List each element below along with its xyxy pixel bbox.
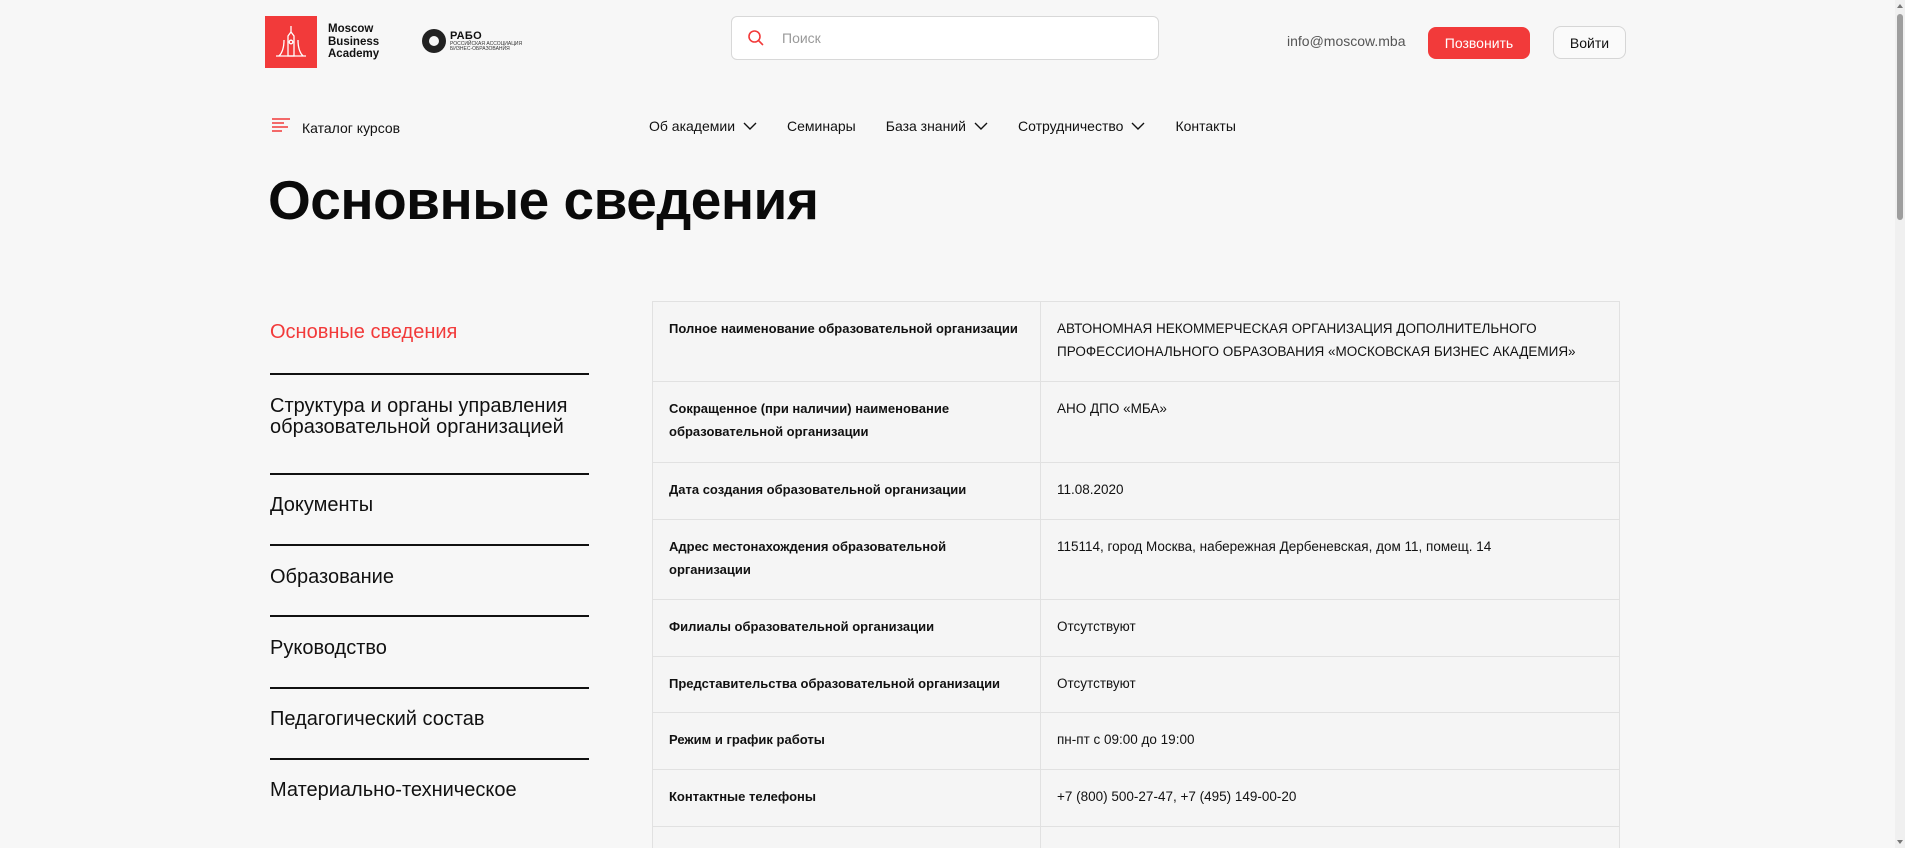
logo-line-2: Business (328, 35, 380, 48)
nav-item-label: Контакты (1175, 118, 1236, 134)
side-item-basic-info[interactable]: Основные сведения (270, 322, 589, 343)
row-key: Режим и график работы (652, 712, 1041, 770)
row-key: Филиалы образовательной организации (652, 599, 1041, 657)
row-value: АВТОНОМНАЯ НЕКОММЕРЧЕСКАЯ ОРГАНИЗАЦИЯ ДО… (1040, 301, 1620, 382)
row-value: +7 (800) 500-27-47, +7 (495) 149-00-20 (1040, 769, 1620, 827)
table-row: Представительства образовательной органи… (652, 656, 1620, 713)
mba-logo[interactable]: Moscow Business Academy (265, 16, 379, 68)
row-key: Адрес местонахождения образовательной ор… (652, 519, 1041, 600)
side-divider (270, 544, 589, 546)
row-value: пн-пт с 09:00 до 19:00 (1040, 712, 1620, 770)
row-key: Контактные телефоны (652, 769, 1041, 827)
chevron-down-icon (743, 122, 757, 130)
row-value (1040, 826, 1620, 848)
table-row: Сокращенное (при наличии) наименование о… (652, 381, 1620, 463)
side-item-structure[interactable]: Структура и органы управления образовате… (270, 396, 589, 438)
side-divider (270, 615, 589, 617)
row-value: 11.08.2020 (1040, 462, 1620, 520)
side-item-education[interactable]: Образование (270, 567, 589, 588)
site-header: Moscow Business Academy РАБО РОССИЙСКАЯ … (0, 0, 1895, 84)
rabo-title: РАБО (450, 29, 482, 42)
row-key: Дата создания образовательной организаци… (652, 462, 1041, 520)
row-value: 115114, город Москва, набережная Дербене… (1040, 519, 1620, 600)
catalog-button[interactable]: Каталог курсов (272, 118, 400, 137)
search-icon (746, 28, 766, 48)
rabo-logo[interactable]: РАБО РОССИЙСКАЯ АССОЦИАЦИЯ БИЗНЕС-ОБРАЗО… (422, 29, 525, 53)
logo-line-1: Moscow (328, 23, 374, 36)
scroll-thumb[interactable] (1897, 14, 1903, 220)
row-value: Отсутствуют (1040, 656, 1620, 713)
nav-item-label: Семинары (787, 118, 856, 134)
row-value: Отсутствуют (1040, 599, 1620, 657)
table-row: Адрес местонахождения образовательной ор… (652, 519, 1620, 600)
menu-lines-icon (272, 118, 290, 137)
nav-item-label: Сотрудничество (1017, 118, 1124, 134)
email-link[interactable]: info@moscow.mba (1287, 33, 1405, 49)
nav-item-label: База знаний (885, 118, 966, 134)
scroll-up-icon[interactable] (1896, 2, 1904, 10)
chevron-down-icon (1131, 122, 1145, 130)
logo-line-3: Academy (328, 48, 380, 61)
row-value: АНО ДПО «МБА» (1040, 381, 1620, 463)
call-button[interactable]: Позвонить (1428, 27, 1530, 59)
rabo-subtitle: РОССИЙСКАЯ АССОЦИАЦИЯ БИЗНЕС-ОБРАЗОВАНИЯ (450, 40, 523, 52)
nav-item-cooperation[interactable]: Сотрудничество (1018, 118, 1145, 134)
side-item-documents[interactable]: Документы (270, 495, 589, 516)
side-divider (270, 473, 589, 475)
table-row: Режим и график работы пн-пт с 09:00 до 1… (652, 712, 1620, 770)
row-key: Полное наименование образовательной орга… (652, 301, 1041, 382)
page-title: Основные сведения (268, 169, 819, 231)
side-menu: Основные сведения Структура и органы упр… (270, 318, 589, 801)
nav-item-contacts[interactable]: Контакты (1175, 118, 1235, 134)
info-table: Полное наименование образовательной орга… (652, 301, 1620, 848)
search-box[interactable] (731, 16, 1159, 60)
table-row (652, 826, 1620, 848)
main-nav: Об академии Семинары База знаний Сотрудн… (649, 118, 1266, 134)
side-item-management[interactable]: Руководство (270, 638, 589, 659)
kremlin-logo-icon (265, 16, 317, 68)
mba-logo-text: Moscow Business Academy (328, 23, 379, 61)
nav-item-knowledge-base[interactable]: База знаний (886, 118, 988, 134)
rabo-emblem-icon (422, 29, 446, 53)
search-input[interactable] (782, 30, 1122, 46)
nav-item-about[interactable]: Об академии (649, 118, 757, 134)
page-scrollbar[interactable] (1895, 0, 1905, 848)
catalog-label: Каталог курсов (302, 119, 401, 136)
side-divider (270, 373, 589, 375)
side-item-facilities[interactable]: Материально-техническое (270, 780, 589, 801)
table-row: Филиалы образовательной организации Отсу… (652, 599, 1620, 657)
login-button[interactable]: Войти (1553, 26, 1626, 59)
row-key: Представительства образовательной органи… (652, 656, 1041, 713)
side-divider (270, 758, 589, 760)
rabo-logo-text: РАБО РОССИЙСКАЯ АССОЦИАЦИЯ БИЗНЕС-ОБРАЗО… (450, 30, 525, 53)
table-row: Контактные телефоны +7 (800) 500-27-47, … (652, 769, 1620, 827)
side-item-teaching-staff[interactable]: Педагогический состав (270, 709, 589, 730)
row-key (652, 826, 1041, 848)
nav-item-seminars[interactable]: Семинары (787, 118, 856, 134)
nav-item-label: Об академии (649, 118, 736, 134)
table-row: Дата создания образовательной организаци… (652, 462, 1620, 520)
row-key: Сокращенное (при наличии) наименование о… (652, 381, 1041, 463)
chevron-down-icon (974, 122, 988, 130)
scroll-down-icon[interactable] (1896, 838, 1904, 846)
side-divider (270, 687, 589, 689)
table-row: Полное наименование образовательной орга… (652, 301, 1620, 382)
